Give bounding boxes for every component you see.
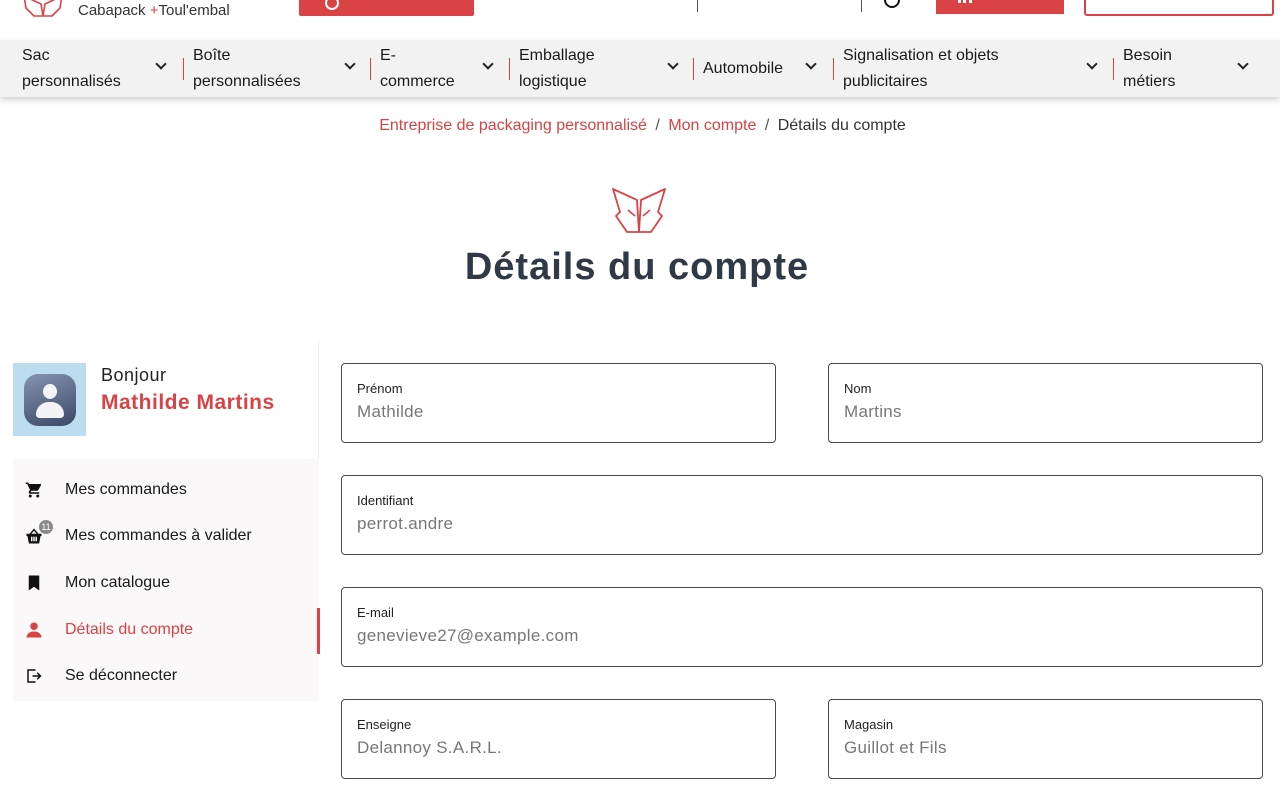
breadcrumb: Entreprise de packaging personnalisé / M…	[0, 117, 1280, 135]
chevron-down-icon[interactable]	[667, 58, 679, 70]
nav-divider	[833, 58, 834, 80]
menu-item-logout[interactable]: Se déconnecter	[13, 654, 319, 698]
nav-item-label: Besoin métiers	[1123, 47, 1176, 90]
nav-item-label: Signalisation et objets publicitaires	[843, 47, 999, 90]
breadcrumb-account[interactable]: Mon compte	[668, 117, 756, 134]
menu-item-label: Mes commandes	[65, 481, 187, 498]
brand-line: Cabapack	[78, 2, 146, 19]
chevron-down-icon[interactable]	[155, 58, 167, 70]
chevron-down-icon[interactable]	[1086, 58, 1098, 70]
nav-divider	[509, 58, 510, 80]
field-label: Identifiant	[357, 493, 414, 508]
user-avatar-icon	[23, 373, 76, 426]
identifiant-input[interactable]	[357, 512, 1247, 536]
user-icon	[25, 621, 43, 639]
field-email[interactable]: E-mail	[341, 587, 1263, 667]
page-title: Détails du compte	[464, 246, 810, 288]
breadcrumb-separator: /	[655, 117, 660, 134]
nom-input[interactable]	[844, 400, 1247, 424]
cart-icon	[25, 481, 43, 499]
nav-item-automobile[interactable]: Automobile	[703, 46, 798, 92]
nav-divider	[183, 58, 184, 80]
brand-partner: Toul'embal	[158, 2, 230, 19]
chevron-down-icon[interactable]	[482, 58, 494, 70]
badge-count: 11	[39, 520, 53, 534]
chevron-down-icon[interactable]	[1237, 58, 1249, 70]
nav-item-sac[interactable]: Sac personnalisés	[22, 46, 142, 92]
breadcrumb-home[interactable]: Entreprise de packaging personnalisé	[379, 117, 647, 134]
cart-icon	[958, 0, 972, 4]
nav-item-label: E-commerce	[380, 47, 455, 90]
field-nom[interactable]: Nom	[828, 363, 1263, 443]
butterfly-icon	[612, 188, 666, 233]
greeting: Bonjour	[101, 365, 167, 385]
menu-item-account-details[interactable]: Détails du compte	[13, 608, 320, 654]
field-enseigne[interactable]: Enseigne	[341, 699, 776, 779]
account-sidebar: Bonjour Mathilde Martins Mes commandes 1…	[13, 341, 320, 701]
menu-item-label: Mes commandes à valider	[65, 527, 252, 544]
category-nav: Sac personnalisés Boîte personnalisées E…	[0, 40, 1280, 97]
field-identifiant[interactable]: Identifiant	[341, 475, 1263, 555]
email-input[interactable]	[357, 624, 1247, 648]
breadcrumb-separator: /	[764, 117, 770, 134]
active-indicator	[317, 608, 320, 654]
avatar	[13, 363, 86, 436]
field-label: Magasin	[844, 717, 894, 732]
menu-item-catalogue[interactable]: Mon catalogue	[13, 561, 319, 605]
nav-item-label: Automobile	[703, 60, 784, 77]
nav-item-emballage[interactable]: Emballage logistique	[519, 46, 649, 92]
brand-name[interactable]: Cabapack +Toul'embal	[78, 2, 230, 19]
butterfly-logo-icon[interactable]	[22, 0, 64, 18]
basket-icon: 11	[25, 520, 53, 545]
nav-item-ecommerce[interactable]: E-commerce	[380, 46, 470, 92]
nav-divider	[693, 58, 694, 80]
menu-item-label: Se déconnecter	[65, 667, 178, 684]
field-magasin[interactable]: Magasin	[828, 699, 1263, 779]
field-label: Nom	[844, 381, 872, 396]
menu-item-orders[interactable]: Mes commandes	[13, 468, 319, 512]
chevron-down-icon[interactable]	[805, 58, 817, 70]
account-button[interactable]	[1084, 0, 1274, 16]
header-divider	[861, 0, 862, 12]
nav-divider	[1113, 58, 1114, 80]
user-name: Mathilde Martins	[101, 391, 275, 414]
header-primary-button[interactable]	[299, 0, 474, 16]
nav-item-besoin[interactable]: Besoin métiers	[1123, 46, 1213, 92]
field-label: E-mail	[357, 605, 394, 620]
nav-item-label: Boîte personnalisées	[193, 47, 301, 90]
prenom-input[interactable]	[357, 400, 760, 424]
nav-item-label: Sac personnalisés	[22, 47, 121, 90]
site-header: Cabapack +Toul'embal	[0, 0, 1280, 40]
sidebar-divider	[318, 341, 319, 459]
magasin-input[interactable]	[844, 736, 1247, 760]
nav-divider	[370, 58, 371, 80]
logout-icon	[25, 667, 43, 685]
breadcrumb-current: Détails du compte	[777, 117, 906, 134]
search-icon[interactable]	[884, 0, 900, 8]
nav-item-label: Emballage logistique	[519, 47, 595, 90]
chevron-down-icon[interactable]	[344, 58, 356, 70]
menu-item-label: Mon catalogue	[65, 574, 170, 591]
nav-item-boite[interactable]: Boîte personnalisées	[193, 46, 323, 92]
account-menu: Mes commandes 11 Mes commandes à valider…	[13, 459, 320, 701]
circle-icon	[325, 0, 339, 10]
bookmark-icon	[25, 574, 43, 592]
cart-button[interactable]	[936, 0, 1064, 14]
header-divider	[697, 0, 698, 12]
menu-item-orders-to-validate[interactable]: 11 Mes commandes à valider	[13, 514, 319, 558]
field-prenom[interactable]: Prénom	[341, 363, 776, 443]
menu-item-label: Détails du compte	[65, 621, 194, 638]
field-label: Enseigne	[357, 717, 412, 732]
field-label: Prénom	[357, 381, 403, 396]
nav-item-signalisation[interactable]: Signalisation et objets publicitaires	[843, 46, 1073, 92]
enseigne-input[interactable]	[357, 736, 760, 760]
